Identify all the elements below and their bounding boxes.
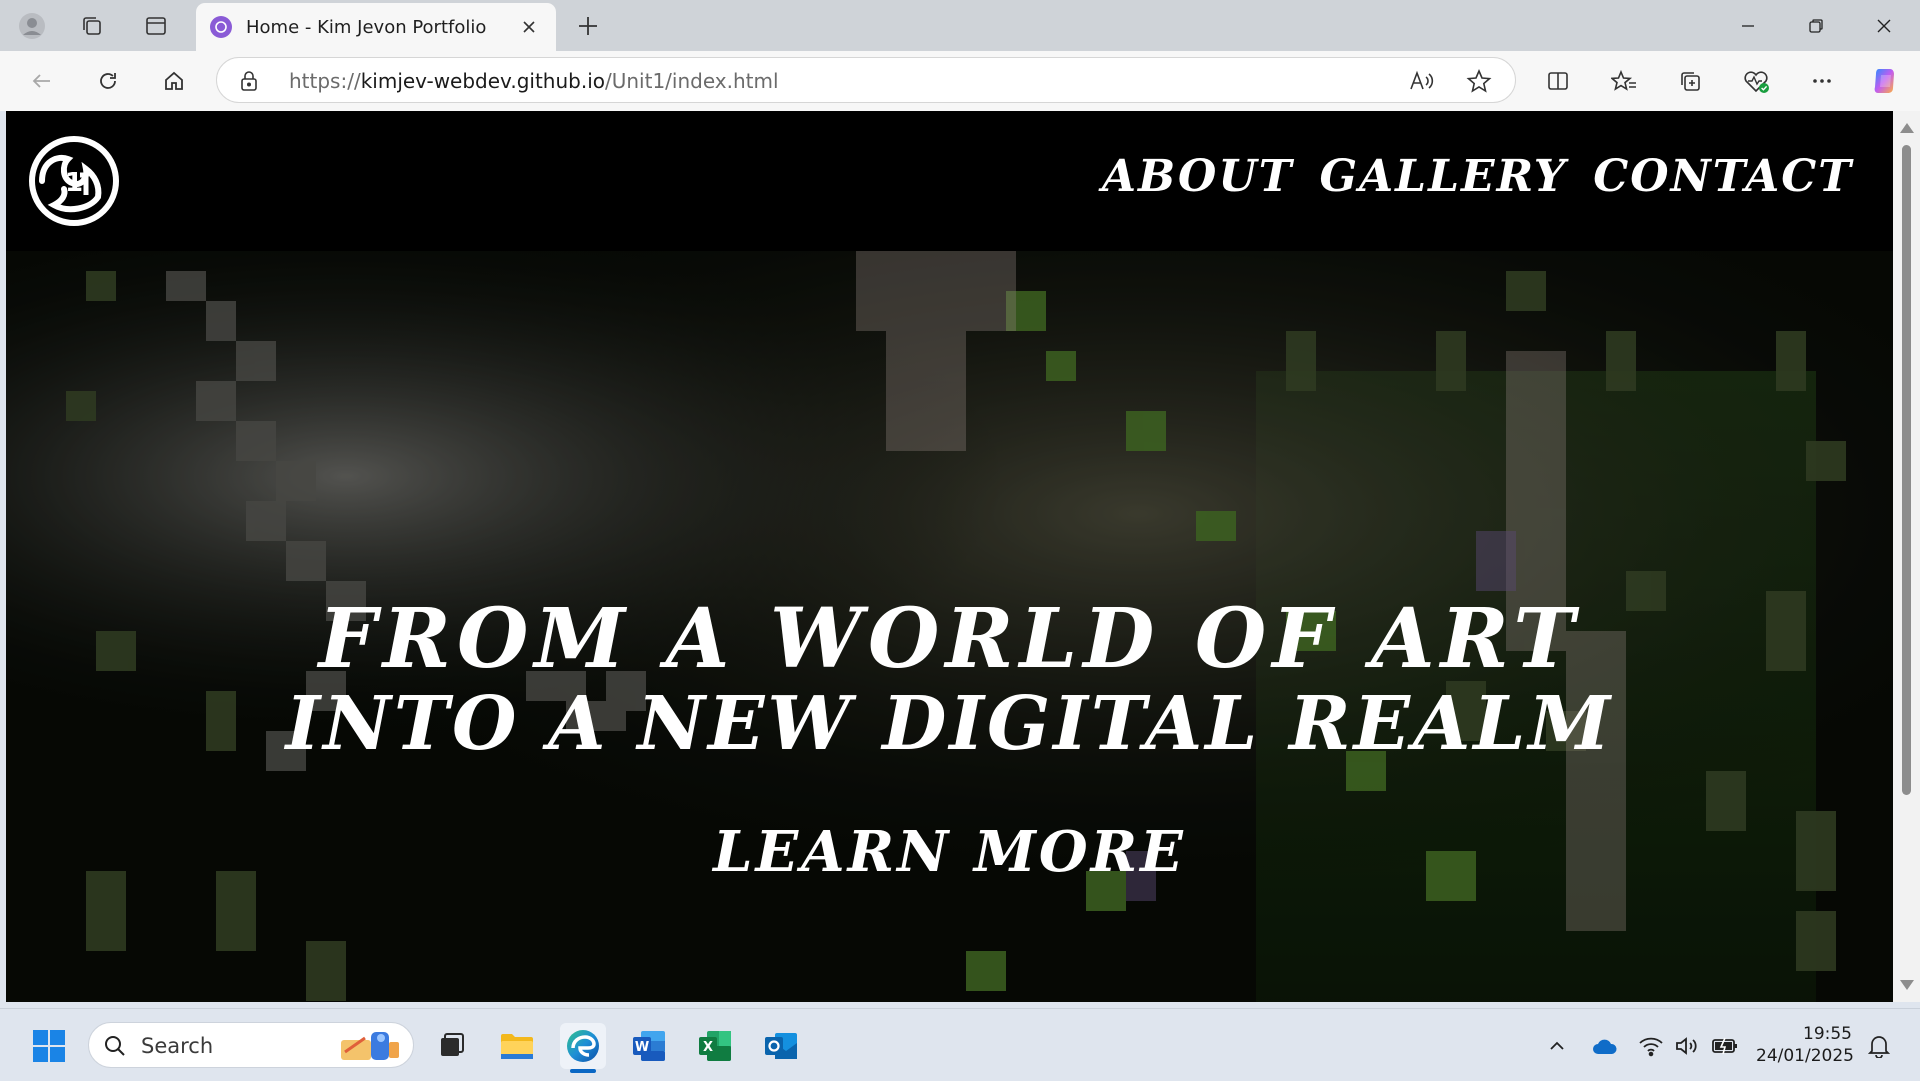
- browser-toolbar: https://kimjev-webdev.github.io/Unit1/in…: [0, 51, 1920, 111]
- restore-icon[interactable]: [1782, 0, 1850, 51]
- hero-heading-line-1: FROM A WORLD OF ART: [318, 591, 1581, 687]
- tab-close-icon[interactable]: [516, 14, 542, 40]
- learn-more-link[interactable]: LEARN MORE: [6, 819, 1893, 885]
- home-icon[interactable]: [154, 63, 194, 99]
- back-arrow-icon[interactable]: [22, 63, 62, 99]
- new-tab-button[interactable]: [570, 8, 606, 44]
- site-nav: ABOUT GALLERY CONTACT: [1102, 151, 1853, 202]
- favorites-icon[interactable]: [1604, 63, 1644, 99]
- svg-text:X: X: [703, 1040, 713, 1055]
- minimize-icon[interactable]: [1714, 0, 1782, 51]
- chevron-up-icon[interactable]: [1542, 1031, 1572, 1061]
- split-screen-icon[interactable]: [1538, 63, 1578, 99]
- site-logo[interactable]: 1: [28, 135, 120, 227]
- active-tab[interactable]: Home - Kim Jevon Portfolio: [196, 3, 556, 51]
- system-clock[interactable]: 19:55 24/01/2025: [1756, 1023, 1854, 1067]
- url-host: kimjev-webdev.github.io: [360, 69, 605, 93]
- close-window-icon[interactable]: [1850, 0, 1918, 51]
- url-text[interactable]: https://kimjev-webdev.github.io/Unit1/in…: [289, 69, 779, 93]
- workspaces-icon[interactable]: [74, 8, 110, 44]
- task-view-icon[interactable]: [428, 1023, 474, 1069]
- clock-time: 19:55: [1803, 1024, 1852, 1044]
- edge-browser-icon[interactable]: [560, 1023, 606, 1069]
- browser-tab-strip: Home - Kim Jevon Portfolio: [0, 0, 1920, 51]
- onedrive-cloud-icon[interactable]: [1590, 1031, 1620, 1061]
- outlook-icon[interactable]: [758, 1023, 804, 1069]
- search-highlight-icon: [335, 1028, 405, 1064]
- profile-avatar-icon[interactable]: [14, 8, 50, 44]
- address-bar[interactable]: https://kimjev-webdev.github.io/Unit1/in…: [216, 57, 1516, 103]
- collections-icon[interactable]: [1670, 63, 1710, 99]
- copilot-icon[interactable]: [1866, 63, 1906, 99]
- nav-about-link[interactable]: ABOUT: [1102, 151, 1294, 202]
- refresh-icon[interactable]: [88, 63, 128, 99]
- browser-essentials-icon[interactable]: [1736, 63, 1776, 99]
- scroll-down-arrow-icon[interactable]: [1900, 980, 1914, 990]
- word-icon[interactable]: W: [626, 1023, 672, 1069]
- lock-icon[interactable]: [239, 70, 259, 92]
- more-menu-icon[interactable]: [1802, 63, 1842, 99]
- hero-heading-line-2: INTO A NEW DIGITAL REALM: [285, 681, 1614, 767]
- volume-icon[interactable]: [1672, 1031, 1702, 1061]
- page-viewport: 1 ABOUT GALLERY CONTACT FROM A WORLD OF …: [6, 111, 1893, 1002]
- excel-icon[interactable]: X: [692, 1023, 738, 1069]
- nav-gallery-link[interactable]: GALLERY: [1319, 151, 1567, 202]
- search-placeholder: Search: [141, 1034, 214, 1058]
- vertical-tabs-icon[interactable]: [138, 8, 174, 44]
- svg-text:W: W: [635, 1040, 649, 1055]
- url-path: /Unit1/index.html: [605, 69, 779, 93]
- scroll-up-arrow-icon[interactable]: [1900, 123, 1914, 133]
- file-explorer-icon[interactable]: [494, 1023, 540, 1069]
- notifications-bell-icon[interactable]: [1864, 1031, 1894, 1061]
- active-app-indicator: [570, 1069, 596, 1073]
- wifi-icon[interactable]: [1636, 1031, 1666, 1061]
- start-windows-icon[interactable]: [26, 1023, 72, 1069]
- hero-content: FROM A WORLD OF ART INTO A NEW DIGITAL R…: [6, 251, 1893, 1002]
- page-scrollbar[interactable]: [1893, 111, 1920, 1002]
- site-favicon-icon: [210, 16, 232, 38]
- site-header: 1 ABOUT GALLERY CONTACT: [6, 111, 1893, 251]
- nav-contact-link[interactable]: CONTACT: [1593, 151, 1853, 202]
- search-icon: [103, 1034, 127, 1058]
- clock-date: 24/01/2025: [1756, 1046, 1854, 1066]
- tab-title: Home - Kim Jevon Portfolio: [246, 16, 487, 38]
- hero-section: FROM A WORLD OF ART INTO A NEW DIGITAL R…: [6, 251, 1893, 1002]
- battery-charging-icon[interactable]: [1710, 1031, 1740, 1061]
- url-scheme: https://: [289, 69, 361, 93]
- favorite-star-icon[interactable]: [1465, 67, 1493, 95]
- scrollbar-thumb[interactable]: [1902, 145, 1911, 795]
- read-aloud-icon[interactable]: [1407, 67, 1435, 95]
- windows-taskbar: Search W X 19:55 24/01/2025: [0, 1008, 1920, 1081]
- taskbar-search-box[interactable]: Search: [88, 1022, 414, 1068]
